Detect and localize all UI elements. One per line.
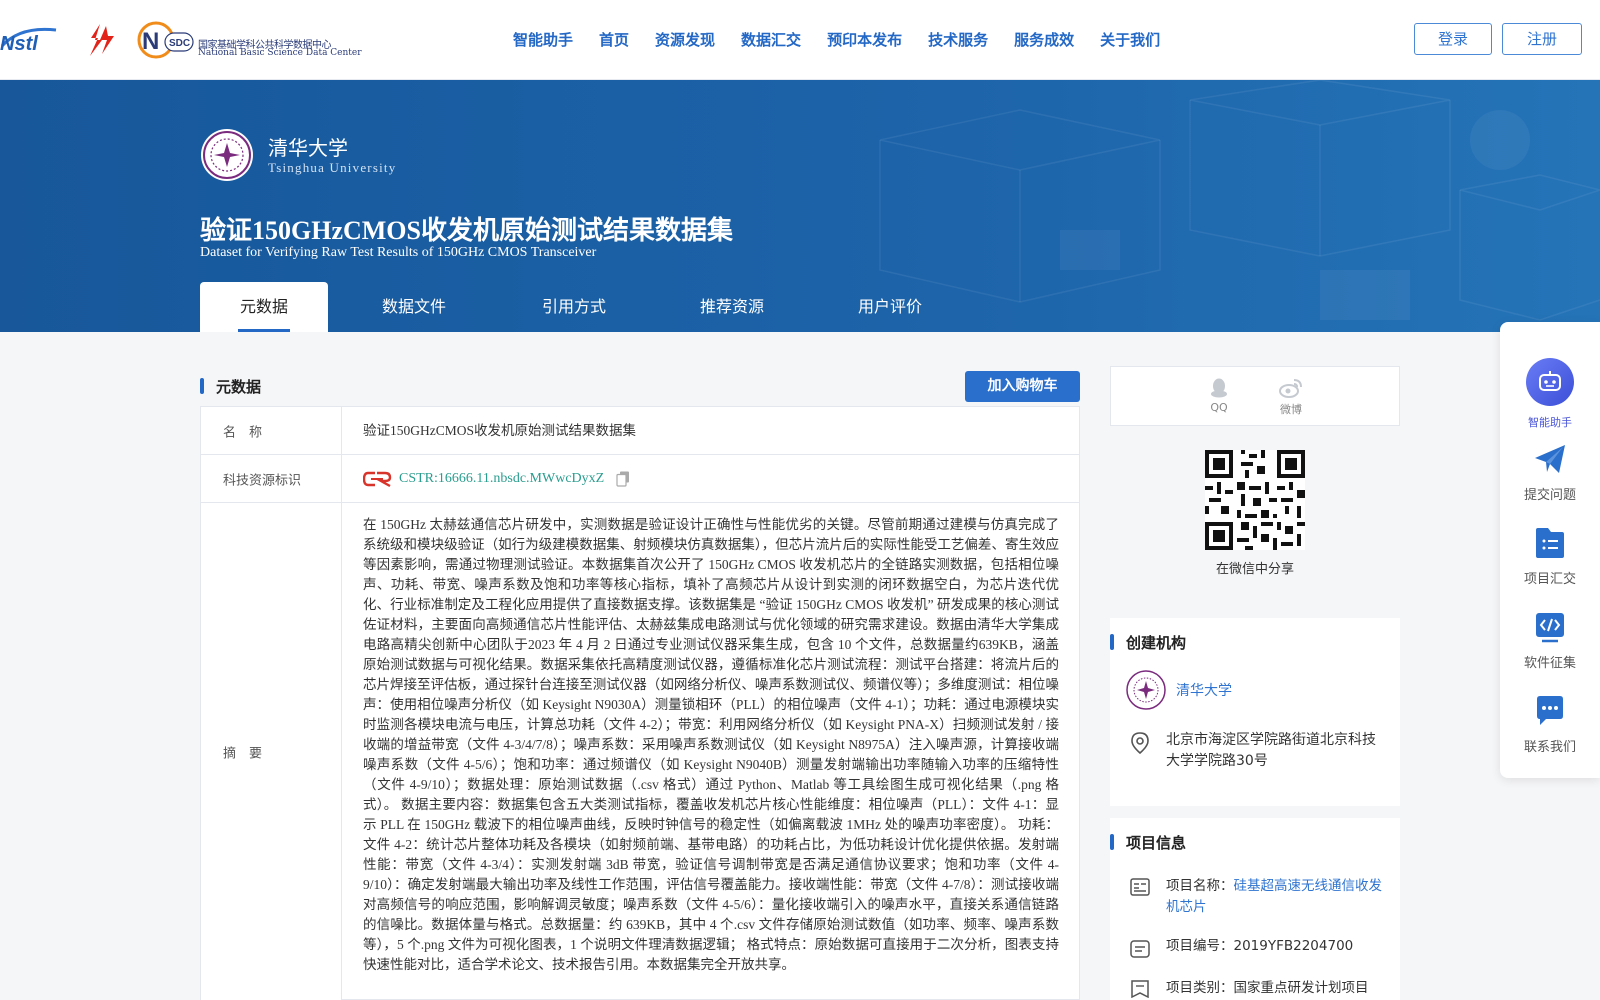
cstr-icon [363, 471, 392, 488]
tsinghua-logo [201, 129, 253, 181]
project-name-icon [1130, 878, 1150, 896]
sdc-badge-text: SDC [169, 38, 190, 49]
identifier-label: 科技资源标识 [223, 473, 302, 488]
project-category-icon [1131, 980, 1149, 998]
creator-card-title: 创建机构 [1126, 634, 1187, 652]
metadata-section-title: 元数据 [216, 378, 262, 396]
institution-name: 清华大学 [268, 138, 348, 160]
code-window-icon [1536, 613, 1564, 643]
tsinghua-logo-small [1126, 670, 1166, 710]
floating-contact-us-label: 联系我们 [1523, 740, 1576, 755]
floating-submit-question[interactable]: 提交问题 [1500, 442, 1600, 503]
floating-software-collection-label: 软件征集 [1523, 656, 1576, 671]
dataset-title: 验证150GHzCMOS收发机原始测试结果数据集 [200, 216, 733, 245]
floating-smart-assistant-label: 智能助手 [1528, 416, 1572, 429]
tab-citation[interactable]: 引用方式 [510, 282, 638, 332]
project-info-card: 项目信息 项目名称：硅基超高速无线通信收发机芯片 项目编号：2019YFB220… [1110, 818, 1400, 1000]
paper-plane-icon [1535, 445, 1565, 473]
creator-institution-link[interactable]: 清华大学 [1176, 680, 1232, 700]
nav-service-results[interactable]: 服务成效 [1014, 28, 1074, 52]
nav-preprint[interactable]: 预印本发布 [827, 28, 902, 52]
weibo-icon [1279, 379, 1302, 398]
chat-bubble-icon [1537, 696, 1563, 725]
metadata-section-header: 元数据 [200, 376, 1080, 396]
floating-project-submission-label: 项目汇交 [1523, 572, 1576, 587]
cas-logo[interactable] [82, 22, 118, 58]
main-menu: 智能助手 首页 资源发现 数据汇交 预印本发布 技术服务 服务成效 关于我们 [500, 28, 1173, 52]
project-list-icon [1536, 528, 1564, 558]
floating-contact-us[interactable]: 联系我们 [1500, 694, 1600, 755]
tab-data-files[interactable]: 数据文件 [348, 282, 480, 332]
location-pin-icon [1131, 732, 1149, 754]
nav-resource-discovery[interactable]: 资源发现 [655, 28, 715, 52]
tab-recommended[interactable]: 推荐资源 [668, 282, 796, 332]
tab-metadata[interactable]: 元数据 [200, 282, 328, 332]
nav-home[interactable]: 首页 [599, 28, 629, 52]
nav-smart-assistant[interactable]: 智能助手 [513, 28, 573, 52]
abstract-text: 在 150GHz 太赫兹通信芯片研发中，实测数据是验证设计正确性与性能优劣的关键… [363, 517, 1059, 972]
project-name: 项目名称：硅基超高速无线通信收发机芯片 [1166, 876, 1382, 918]
floating-software-collection[interactable]: 软件征集 [1500, 610, 1600, 671]
project-name-prefix: 项目名称： [1166, 878, 1234, 894]
wechat-share-caption: 在微信中分享 [1215, 562, 1294, 577]
section-accent-bar [1110, 634, 1114, 650]
nav-tech-service[interactable]: 技术服务 [928, 28, 988, 52]
metadata-row-abstract: 摘 要 在 150GHz 太赫兹通信芯片研发中，实测数据是验证设计正确性与性能优… [201, 503, 1079, 1000]
register-button[interactable]: 注册 [1502, 23, 1582, 55]
name-value: 验证150GHzCMOS收发机原始测试结果数据集 [363, 423, 637, 438]
project-number: 项目编号：2019YFB2204700 [1166, 938, 1354, 954]
share-weibo-label: 微博 [1280, 403, 1302, 416]
metadata-row-name: 名 称 验证150GHzCMOS收发机原始测试结果数据集 [201, 407, 1079, 455]
nstl-logo-text: Nstl [0, 33, 38, 55]
project-card-title: 项目信息 [1126, 834, 1187, 852]
qq-icon [1211, 378, 1227, 398]
wechat-qr-code [1205, 450, 1305, 550]
floating-toolbar: 智能助手 提交问题 项目汇交 软件征集 联系我们 [1500, 322, 1600, 778]
nstl-logo[interactable]: Nstl [0, 24, 68, 56]
share-qq[interactable]: QQ [1199, 377, 1239, 414]
project-category: 项目类别：国家重点研发计划项目 [1166, 980, 1369, 996]
section-accent-bar [1110, 834, 1114, 850]
share-panel: QQ 微博 [1110, 366, 1400, 426]
name-label: 名 称 [223, 425, 263, 440]
project-number-icon [1130, 940, 1150, 958]
floating-submit-question-label: 提交问题 [1523, 488, 1576, 503]
cstr-identifier-link[interactable]: CSTR:16666.11.nbsdc.MWwcDyxZ [399, 471, 604, 487]
nav-about-us[interactable]: 关于我们 [1100, 28, 1160, 52]
nav-data-submission[interactable]: 数据汇交 [741, 28, 801, 52]
robot-assistant-icon [1526, 358, 1574, 406]
floating-project-submission[interactable]: 项目汇交 [1500, 526, 1600, 587]
institution-name-en: Tsinghua University [268, 160, 397, 175]
dataset-title-en: Dataset for Verifying Raw Test Results o… [200, 245, 597, 260]
section-accent-bar [200, 378, 204, 394]
share-weibo[interactable]: 微博 [1271, 377, 1311, 417]
top-navigation-bar: Nstl N SDC 国家基础学科公共科学数据中心 National Basic… [0, 0, 1600, 80]
share-qq-label: QQ [1210, 401, 1228, 414]
add-to-cart-button[interactable]: 加入购物车 [965, 371, 1080, 402]
metadata-row-identifier: 科技资源标识 CSTR:16666.11.nbsdc.MWwcDyxZ [201, 455, 1079, 503]
nsdc-name-en: National Basic Science Data Center [198, 48, 362, 58]
svg-text:N: N [142, 28, 159, 55]
metadata-table: 名 称 验证150GHzCMOS收发机原始测试结果数据集 科技资源标识 CSTR… [200, 406, 1080, 1000]
sdc-badge: SDC [164, 32, 194, 52]
institution-address: 北京市海淀区学院路街道北京科技大学学院路30号 [1166, 732, 1376, 769]
abstract-label: 摘 要 [223, 746, 263, 762]
login-button[interactable]: 登录 [1414, 23, 1492, 55]
creator-institution-card: 创建机构 清华大学 北京市海淀区学院路街道北京科技大学学院路30号 [1110, 618, 1400, 806]
copy-icon[interactable] [616, 471, 630, 487]
floating-smart-assistant[interactable]: 智能助手 [1500, 358, 1600, 430]
tab-user-reviews[interactable]: 用户评价 [826, 282, 954, 332]
